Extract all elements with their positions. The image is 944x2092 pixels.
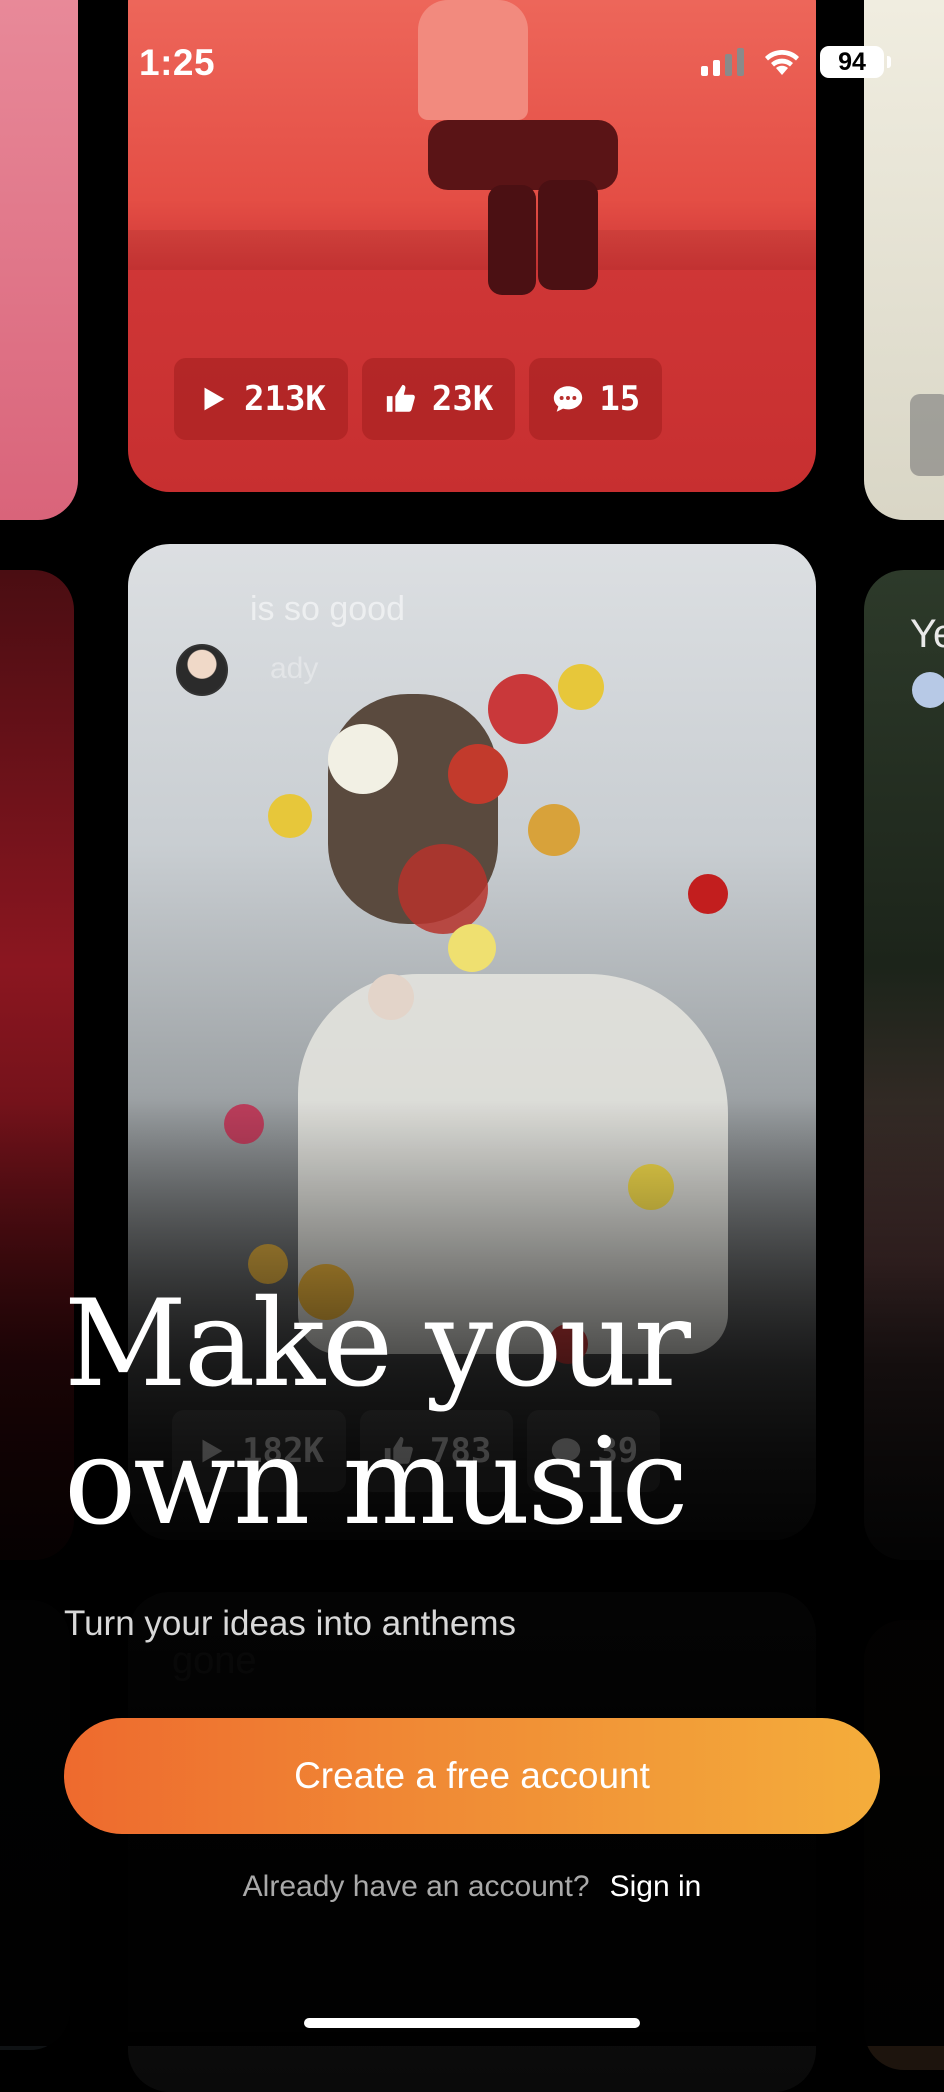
song-stats: 213K 23K 15 xyxy=(174,358,663,440)
create-account-button[interactable]: Create a free account xyxy=(64,1718,880,1834)
gradient-overlay xyxy=(0,1100,944,2046)
artwork-flower xyxy=(368,974,414,1020)
plays-stat: 213K xyxy=(174,358,348,440)
lyric-line: is so good xyxy=(250,590,405,628)
wifi-icon xyxy=(765,49,799,75)
likes-stat: 23K xyxy=(361,358,516,440)
play-icon xyxy=(204,387,225,411)
signin-prompt: Already have an account? xyxy=(242,1870,590,1903)
side-card-play-icon xyxy=(910,394,944,476)
side-card-right-avatar xyxy=(912,672,944,708)
artwork-flower xyxy=(448,744,508,804)
home-indicator[interactable] xyxy=(304,2018,640,2028)
artist-avatar[interactable] xyxy=(176,644,228,696)
artwork-flower xyxy=(688,874,728,914)
comment-icon xyxy=(554,386,583,412)
artwork-figure-legs xyxy=(428,120,618,190)
subtitle: Turn your ideas into anthems xyxy=(64,1604,516,1643)
cellular-signal-icon xyxy=(701,48,744,76)
headline-line: own music xyxy=(64,1413,689,1552)
status-time: 1:25 xyxy=(139,42,216,83)
lyric-line: ady xyxy=(270,652,319,685)
headline-line: Make your xyxy=(64,1275,691,1414)
artwork-figure xyxy=(418,0,528,120)
artwork-ledge xyxy=(128,230,816,270)
comments-count: 15 xyxy=(599,379,641,419)
artwork-figure-leg xyxy=(488,185,536,295)
side-card-left-top[interactable] xyxy=(0,0,78,520)
signin-link[interactable]: Sign in xyxy=(610,1870,702,1904)
artwork-flower xyxy=(488,674,558,744)
headline: Make your own music xyxy=(64,1276,884,1552)
thumbs-up-icon xyxy=(386,384,415,412)
artwork-flower xyxy=(328,724,398,794)
side-card-right-title: Ye xyxy=(910,612,944,656)
status-icons: 94 xyxy=(701,46,891,78)
artwork-flower xyxy=(398,844,488,934)
signin-row: Already have an account? Sign in xyxy=(0,1870,944,1904)
artwork-flower xyxy=(558,664,604,710)
comments-stat: 15 xyxy=(529,358,663,440)
battery-indicator: 94 xyxy=(820,46,891,78)
artwork-flower xyxy=(268,794,312,838)
plays-count: 213K xyxy=(244,379,326,419)
artwork-flower xyxy=(528,804,580,856)
likes-count: 23K xyxy=(431,379,494,419)
artwork-flower xyxy=(448,924,496,972)
artwork-figure-leg xyxy=(538,180,598,290)
